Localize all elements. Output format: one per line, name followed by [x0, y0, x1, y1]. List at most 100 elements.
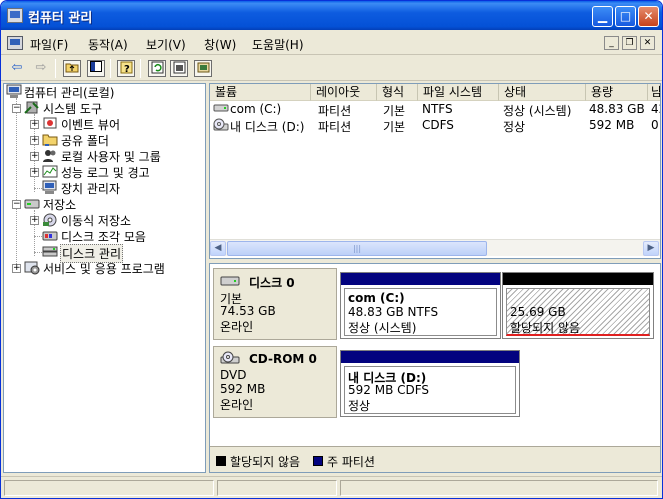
partition-d[interactable]: 내 디스크 (D:) 592 MB CDFS 정상	[340, 350, 520, 417]
partition-size: 48.83 GB NTFS	[348, 305, 439, 319]
help-icon[interactable]: ?	[117, 60, 135, 77]
column-header-type[interactable]: 형식	[377, 84, 418, 101]
tree-label: 성능 로그 및 경고	[61, 166, 150, 180]
storage-icon	[24, 196, 40, 211]
expand-icon[interactable]: +	[12, 264, 21, 273]
close-icon: ✕	[643, 38, 652, 48]
scroll-right-icon[interactable]: ▶	[643, 241, 659, 256]
tree-item-system-tools[interactable]: − 시스템 도구	[4, 100, 204, 116]
mdi-close-button[interactable]: ✕	[640, 36, 655, 50]
forward-icon[interactable]: ⇨	[32, 60, 50, 77]
tree-item-services[interactable]: + 서비스 및 응용 프로그램	[4, 260, 204, 276]
disk-state: 온라인	[220, 398, 254, 412]
title-bar[interactable]: 컴퓨터 관리 ▁ □ ✕	[1, 1, 662, 30]
services-icon	[24, 260, 40, 275]
system-tools-icon	[24, 100, 40, 115]
column-header-volume[interactable]: 볼륨	[210, 84, 311, 101]
legend-primary-label: 주 파티션	[327, 455, 375, 469]
toolbar: ⇦ ⇨ ?	[1, 56, 662, 81]
tree-item-perf-logs[interactable]: + 성능 로그 및 경고	[4, 164, 204, 180]
menu-view[interactable]: 보기(V)	[146, 36, 186, 53]
menu-action[interactable]: 동작(A)	[88, 36, 128, 53]
back-icon[interactable]: ⇦	[8, 60, 26, 77]
menu-window[interactable]: 창(W)	[204, 36, 236, 53]
show-tree-icon[interactable]	[87, 60, 105, 77]
properties-icon[interactable]	[170, 60, 188, 77]
partition-body: com (C:) 48.83 GB NTFS 정상 (시스템)	[344, 288, 497, 336]
volume-type: 기본	[383, 104, 406, 118]
status-pane	[340, 480, 658, 496]
maximize-button[interactable]: □	[615, 6, 636, 27]
disk-management-icon	[42, 244, 58, 259]
console-tree[interactable]: 컴퓨터 관리(로컬) − 시스템 도구 + 이벤트 뷰어 + 공유 폴더 + 로…	[3, 83, 206, 473]
document-icon[interactable]	[7, 36, 23, 50]
tree-item-storage[interactable]: − 저장소	[4, 196, 204, 212]
expand-icon[interactable]: +	[30, 136, 39, 145]
column-header-capacity[interactable]: 용량	[586, 84, 648, 101]
tree-label: 서비스 및 응용 프로그램	[43, 262, 165, 276]
partition-c[interactable]: com (C:) 48.83 GB NTFS 정상 (시스템)	[340, 272, 501, 339]
volume-name: com (C:)	[230, 102, 282, 116]
horizontal-scrollbar[interactable]: ◀ ||| ▶	[210, 239, 660, 256]
shared-folder-icon	[42, 132, 58, 147]
volume-status: 정상 (시스템)	[503, 104, 572, 118]
tree-label: 공유 폴더	[61, 134, 109, 148]
expand-icon[interactable]: +	[30, 152, 39, 161]
tree-item-defrag[interactable]: 디스크 조각 모음	[4, 228, 204, 244]
tree-item-removable-storage[interactable]: + 이동식 저장소	[4, 212, 204, 228]
cd-drive-icon	[220, 351, 240, 365]
volume-file-system: NTFS	[422, 102, 453, 116]
menu-bar: 파일(F) 동작(A) 보기(V) 창(W) 도움말(H)	[1, 31, 662, 55]
volume-capacity: 592 MB	[589, 118, 635, 132]
maximize-icon: □	[619, 9, 632, 23]
collapse-icon[interactable]: −	[12, 104, 21, 113]
scroll-thumb[interactable]: |||	[227, 241, 487, 256]
tree-guide-line	[34, 252, 42, 253]
menu-help[interactable]: 도움말(H)	[252, 36, 304, 53]
volume-status: 정상	[503, 120, 526, 134]
defrag-icon	[42, 228, 58, 243]
toolbar-separator	[110, 59, 111, 78]
volume-layout: 파티션	[318, 120, 352, 134]
computer-management-icon	[7, 8, 23, 23]
partition-size: 592 MB CDFS	[348, 383, 430, 397]
volume-list: 볼륨 레이아웃 형식 파일 시스템 상태 용량 남 com (C:) 파티션 기…	[209, 83, 661, 259]
mdi-restore-button[interactable]: ❐	[622, 36, 637, 50]
volume-file-system: CDFS	[422, 118, 454, 132]
legend-primary-swatch	[313, 456, 323, 466]
up-folder-icon[interactable]	[63, 60, 81, 77]
scroll-left-icon[interactable]: ◀	[210, 241, 226, 256]
tree-item-local-users[interactable]: + 로컬 사용자 및 그룹	[4, 148, 204, 164]
unallocated-space[interactable]: 25.69 GB 할당되지 않음	[502, 272, 654, 339]
tree-item-disk-management[interactable]: 디스크 관리	[4, 244, 204, 263]
cdrom-0-info[interactable]: CD-ROM 0 DVD 592 MB 온라인	[213, 346, 337, 418]
event-viewer-icon	[42, 116, 58, 131]
tree-item-shared-folders[interactable]: + 공유 폴더	[4, 132, 204, 148]
disk-0-info[interactable]: 디스크 0 기본 74.53 GB 온라인	[213, 268, 337, 340]
column-header-status[interactable]: 상태	[499, 84, 586, 101]
minimize-button[interactable]: ▁	[592, 6, 613, 27]
refresh-icon[interactable]	[148, 60, 166, 77]
column-header-file-system[interactable]: 파일 시스템	[418, 84, 499, 101]
tree-item-root[interactable]: 컴퓨터 관리(로컬)	[4, 84, 204, 100]
expand-icon[interactable]: +	[30, 216, 39, 225]
tree-item-device-manager[interactable]: 장치 관리자	[4, 180, 204, 196]
expand-icon[interactable]: +	[30, 168, 39, 177]
unallocated-bar	[503, 273, 653, 285]
status-bar	[1, 476, 662, 498]
close-button[interactable]: ✕	[638, 6, 659, 27]
menu-file[interactable]: 파일(F)	[30, 36, 68, 53]
disk-state: 온라인	[220, 320, 254, 334]
partition-status: 정상	[348, 399, 371, 413]
disk-size: 592 MB	[220, 382, 266, 396]
column-header-layout[interactable]: 레이아웃	[311, 84, 377, 101]
tree-item-event-viewer[interactable]: + 이벤트 뷰어	[4, 116, 204, 132]
partition-body: 25.69 GB 할당되지 않음	[506, 288, 650, 336]
expand-icon[interactable]: +	[30, 120, 39, 129]
removable-storage-icon	[42, 212, 58, 227]
settings-icon[interactable]	[194, 60, 212, 77]
column-header-free[interactable]: 남	[648, 84, 660, 101]
collapse-icon[interactable]: −	[12, 200, 21, 209]
mdi-minimize-button[interactable]: _	[604, 36, 619, 50]
tree-guide-line	[34, 236, 42, 237]
